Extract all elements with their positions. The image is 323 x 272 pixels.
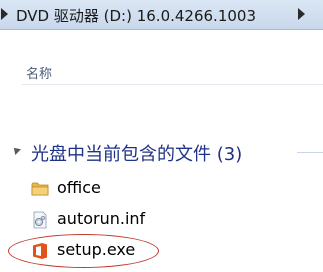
file-name: office	[57, 178, 101, 197]
column-divider	[22, 84, 323, 85]
folder-icon	[30, 179, 50, 199]
address-path[interactable]: DVD 驱动器 (D:) 16.0.4266.1003	[16, 5, 256, 26]
list-item-office[interactable]: office	[24, 177, 284, 201]
group-collapse-icon[interactable]	[11, 145, 21, 155]
group-divider	[297, 152, 323, 153]
breadcrumb-arrow-icon[interactable]	[1, 8, 8, 20]
list-item-setup[interactable]: setup.exe	[24, 239, 284, 263]
list-item-autorun[interactable]: autorun.inf	[24, 208, 284, 232]
breadcrumb-expand-icon[interactable]	[298, 8, 305, 20]
group-header[interactable]: 光盘中当前包含的文件 (3)	[31, 140, 242, 166]
column-header-name[interactable]: 名称	[26, 63, 52, 82]
address-bar[interactable]: DVD 驱动器 (D:) 16.0.4266.1003	[0, 0, 323, 30]
office-setup-icon	[30, 241, 50, 261]
settings-file-icon	[30, 210, 50, 230]
file-name: autorun.inf	[57, 209, 146, 228]
file-name: setup.exe	[57, 240, 136, 259]
